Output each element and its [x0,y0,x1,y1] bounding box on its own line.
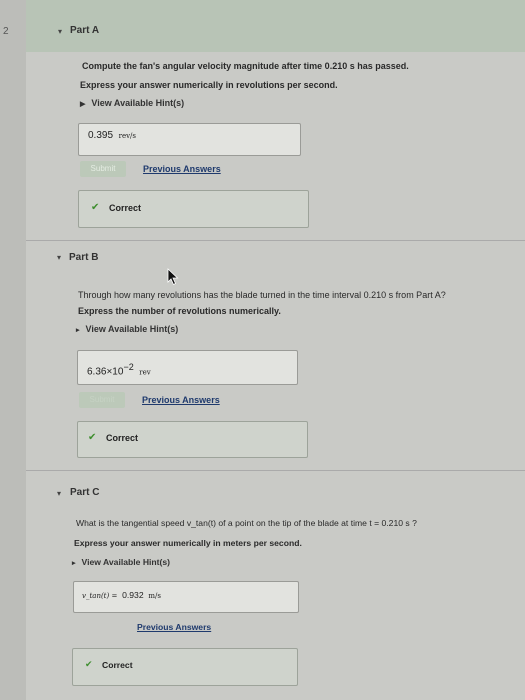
part-c-answer-value: v_tan(t) = 0.932 m/s [82,590,161,600]
part-a-instruction: Express your answer numerically in revol… [80,80,338,90]
part-b-hint-label: View Available Hint(s) [85,324,179,334]
part-b-exponent: −2 [123,362,134,372]
part-c-hint-link[interactable]: ▸ View Available Hint(s) [72,557,170,567]
sidebar-number: 2 [3,26,9,37]
part-c-hint-label: View Available Hint(s) [81,557,171,567]
part-b-answer-value: 6.36×10−2 rev [87,362,151,377]
part-b-title[interactable]: Part B [69,252,98,263]
part-a-hint-link[interactable]: ▶ View Available Hint(s) [80,98,184,108]
check-icon: ✔ [85,659,93,669]
part-b-mantissa: 6.36×10 [87,366,124,378]
part-b-instruction: Express the number of revolutions numeri… [78,306,281,316]
part-a-unit: rev/s [118,132,136,140]
part-c-title[interactable]: Part C [70,487,99,498]
collapse-caret-icon[interactable]: ▾ [57,489,61,498]
part-a-hint-label: View Available Hint(s) [91,98,185,108]
collapse-caret-icon[interactable]: ▾ [57,253,61,262]
part-a-correct-box: ✔ Correct [78,190,309,228]
part-b-previous-answers-link[interactable]: Previous Answers [142,395,220,405]
part-c-value: 0.932 [122,590,144,600]
part-c-instruction: Express your answer numerically in meter… [74,538,302,548]
mouse-cursor-icon [167,268,179,286]
check-icon: ✔ [88,432,97,443]
left-sidebar-edge: 2 [0,0,26,700]
part-b-question: Through how many revolutions has the bla… [78,290,446,300]
section-divider [26,470,525,471]
section-divider [26,240,525,241]
part-c-unit: m/s [148,592,161,600]
part-b-hint-link[interactable]: ▸ View Available Hint(s) [76,324,178,334]
check-icon: ✔ [91,202,100,213]
part-c-correct-box: ✔ Correct [72,648,298,686]
collapse-caret-icon[interactable]: ▾ [58,27,62,36]
part-b-submit-button[interactable]: Submit [79,392,125,408]
part-b-correct-box: ✔ Correct [77,421,308,458]
part-a-answer-value: 0.395 rev/s [88,130,136,141]
part-c-status: Correct [102,660,133,670]
part-a-previous-answers-link[interactable]: Previous Answers [143,164,221,174]
part-a-submit-button[interactable]: Submit [80,161,126,177]
part-a-status: Correct [109,203,142,213]
part-a-title[interactable]: Part A [70,25,99,36]
expand-triangle-icon: ▶ [80,101,86,108]
part-a-value: 0.395 [88,130,114,141]
part-a-question: Compute the fan's angular velocity magni… [82,61,409,71]
part-c-label: v_tan(t) = [82,592,118,600]
part-c-question: What is the tangential speed v_tan(t) of… [76,518,417,528]
expand-triangle-icon: ▸ [72,560,76,567]
expand-triangle-icon: ▸ [76,327,80,334]
part-b-unit: rev [139,368,151,377]
part-b-status: Correct [106,433,139,443]
part-c-previous-answers-link[interactable]: Previous Answers [137,622,211,632]
